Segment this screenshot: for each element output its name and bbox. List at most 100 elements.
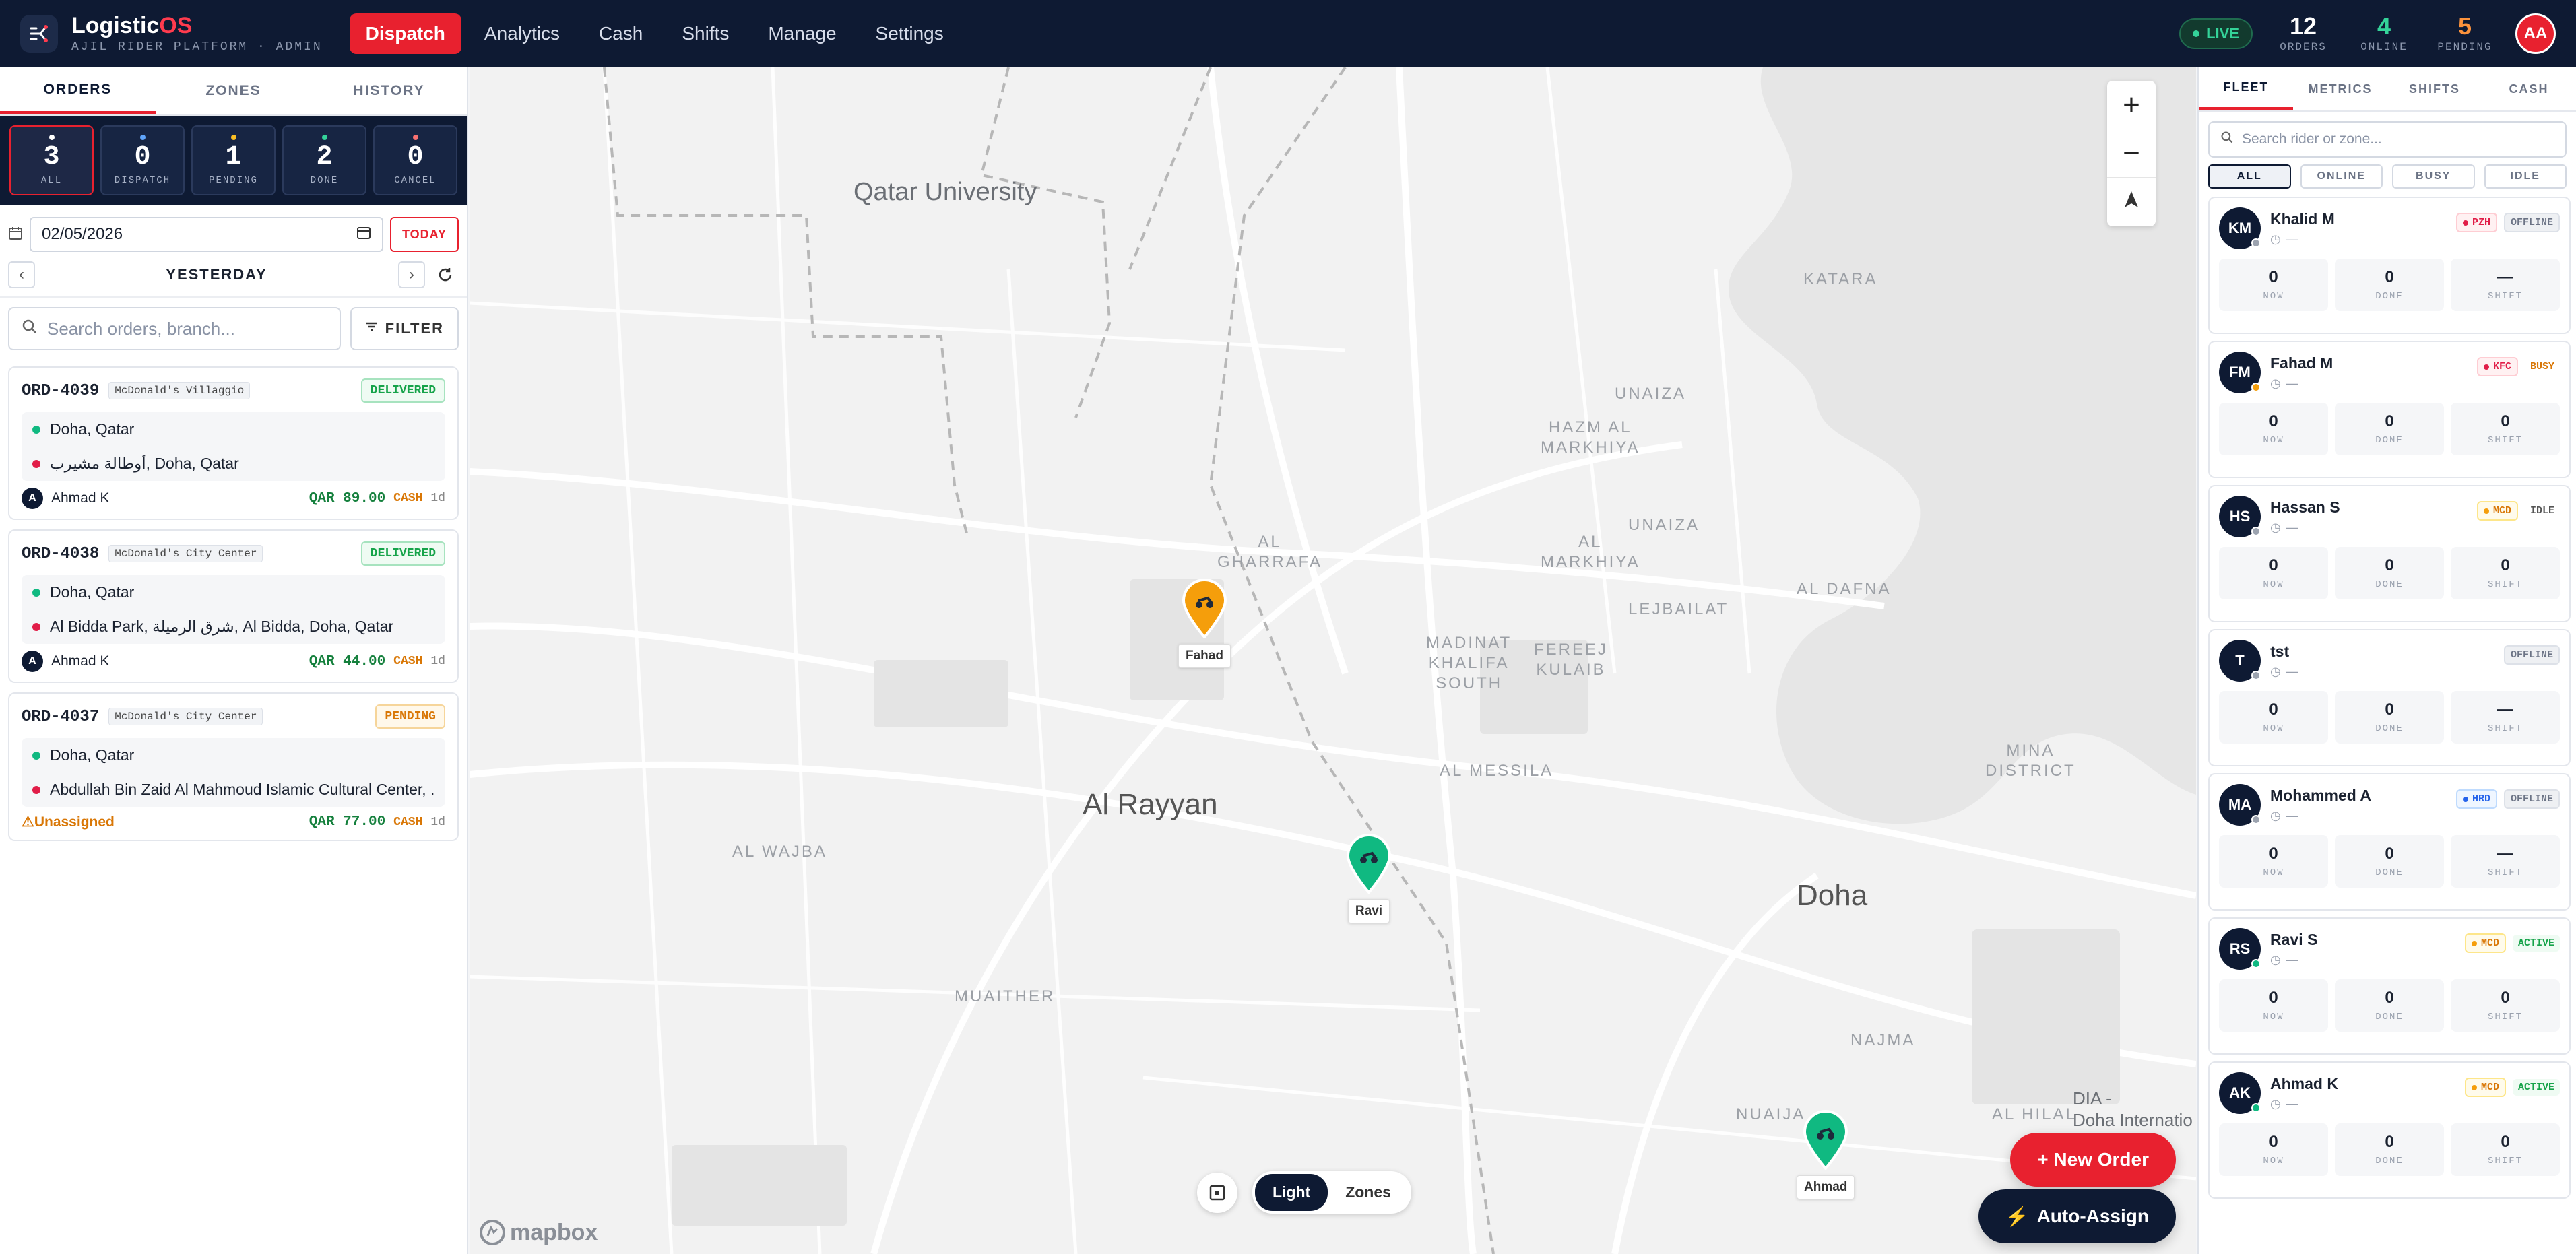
rider-pin-fahad[interactable]: Fahad — [1178, 578, 1231, 668]
order-card[interactable]: ORD-4039 McDonald's Villaggio DELIVERED … — [8, 366, 459, 520]
stat-done: 0 DONE — [2335, 403, 2444, 455]
order-card[interactable]: ORD-4038 McDonald's City Center DELIVERE… — [8, 529, 459, 683]
order-amount: QAR 44.00 — [309, 653, 386, 669]
map-label: AL GHARRAFA — [1217, 533, 1323, 571]
app-name: LogisticOS — [71, 13, 193, 38]
tab-history[interactable]: HISTORY — [311, 67, 467, 114]
stat-done: 0 DONE — [2335, 1123, 2444, 1176]
map-label: AL MARKHIYA — [1541, 533, 1640, 571]
status-badge: BUSY — [2530, 361, 2554, 372]
unassigned-warning: ⚠Unassigned — [22, 814, 115, 830]
scooter-pin-icon — [1182, 579, 1227, 638]
stat-shift: 0 SHIFT — [2451, 1123, 2560, 1176]
map-label: AL MESSILA — [1440, 762, 1554, 780]
rider-pin-ahmad[interactable]: Ahmad — [1797, 1109, 1855, 1199]
user-avatar[interactable]: AA — [2515, 13, 2556, 54]
order-age: 1d — [430, 815, 445, 829]
filter-idle[interactable]: IDLE — [2484, 164, 2567, 189]
calendar-picker-icon[interactable] — [356, 225, 371, 244]
status-badge: DELIVERED — [360, 378, 445, 403]
order-id: ORD-4039 — [22, 381, 100, 400]
order-counters: 3 ALL 0 DISPATCH 1 PENDING 2 DONE 0 CANCEL — [0, 116, 467, 205]
nav-analytics[interactable]: Analytics — [468, 13, 576, 54]
style-zones-button[interactable]: Zones — [1328, 1174, 1409, 1211]
map-label: KATARA — [1803, 270, 1878, 288]
rider-card[interactable]: RS Ravi S ◷ — MCD ACTIVE 0 NOW 0 DONE 0 SHIFT — [2208, 917, 2571, 1055]
mapbox-attribution[interactable]: mapbox — [479, 1219, 598, 1246]
live-badge: LIVE — [2179, 18, 2253, 49]
counter-all[interactable]: 3 ALL — [9, 125, 94, 195]
order-route: Doha, Qatar أوطالة مشيرب, Doha, Qatar — [22, 412, 445, 481]
rider-search-input[interactable]: Search rider or zone... — [2208, 121, 2567, 158]
next-day-button[interactable]: › — [398, 261, 425, 288]
rider-card[interactable]: KM Khalid M ◷ — PZH OFFLINE 0 NOW 0 DONE — SH… — [2208, 197, 2571, 334]
counter-cancel[interactable]: 0 CANCEL — [373, 125, 457, 195]
filter-all[interactable]: ALL — [2208, 164, 2291, 189]
clock-icon: ◷ — [2270, 809, 2281, 822]
compass-icon[interactable] — [2107, 178, 2156, 226]
rider-card[interactable]: AK Ahmad K ◷ — MCD ACTIVE 0 NOW 0 DONE 0 SHIF… — [2208, 1061, 2571, 1199]
nav-shifts[interactable]: Shifts — [666, 13, 745, 54]
rider-card[interactable]: FM Fahad M ◷ — KFC BUSY 0 NOW 0 DONE 0 SHIFT — [2208, 341, 2571, 478]
zoom-out-button[interactable]: − — [2107, 129, 2156, 178]
rider-avatar: A — [22, 488, 43, 509]
tab-zones[interactable]: ZONES — [156, 67, 311, 114]
rider-card[interactable]: T tst ◷ — OFFLINE 0 NOW 0 DONE — SHIFT — [2208, 629, 2571, 766]
filter-online[interactable]: ONLINE — [2300, 164, 2383, 189]
search-icon — [2220, 131, 2234, 148]
rider-meta: ◷ — — [2270, 665, 2298, 678]
rider-pin-ravi[interactable]: Ravi — [1345, 833, 1392, 923]
clock-icon: ◷ — [2270, 665, 2281, 678]
stat-now: 0 NOW — [2219, 835, 2328, 888]
pickup-dot-icon — [32, 425, 40, 434]
today-button[interactable]: TODAY — [389, 217, 459, 252]
tab-shifts[interactable]: SHIFTS — [2387, 67, 2482, 110]
zoom-in-button[interactable]: + — [2107, 81, 2156, 129]
map-canvas[interactable]: Qatar University KATARA UNAIZA HAZM AL M… — [470, 67, 2196, 1254]
brand: LogisticOS AJIL RIDER PLATFORM · ADMIN — [71, 13, 323, 54]
order-id: ORD-4038 — [22, 544, 100, 563]
nav-dispatch[interactable]: Dispatch — [349, 13, 461, 54]
order-card[interactable]: ORD-4037 McDonald's City Center PENDING … — [8, 692, 459, 841]
stat-shift: 0 SHIFT — [2451, 979, 2560, 1032]
tab-cash[interactable]: CASH — [2482, 67, 2576, 110]
stat-shift: 0 SHIFT — [2451, 547, 2560, 599]
map-label: FEREEJ KULAIB — [1534, 640, 1609, 679]
main-nav: Dispatch Analytics Cash Shifts Manage Se… — [349, 13, 960, 54]
rider-name: Ravi S — [2270, 931, 2318, 948]
counter-pending[interactable]: 1 PENDING — [191, 125, 276, 195]
stat-now: 0 NOW — [2219, 547, 2328, 599]
pickup-address: Doha, Qatar — [50, 420, 135, 438]
filter-button[interactable]: FILTER — [350, 307, 459, 350]
order-search-input[interactable]: Search orders, branch... — [8, 307, 341, 350]
clock-icon: ◷ — [2270, 953, 2281, 966]
date-input[interactable]: 02/05/2026 — [30, 217, 383, 252]
nav-manage[interactable]: Manage — [752, 13, 852, 54]
nav-settings[interactable]: Settings — [860, 13, 960, 54]
avatar: FM — [2219, 352, 2261, 393]
dropoff-dot-icon — [32, 622, 40, 631]
tab-orders[interactable]: ORDERS — [0, 67, 156, 114]
prev-day-button[interactable]: ‹ — [8, 261, 35, 288]
style-light-button[interactable]: Light — [1255, 1174, 1328, 1211]
avatar: KM — [2219, 207, 2261, 249]
calendar-icon — [8, 226, 23, 244]
rider-card[interactable]: HS Hassan S ◷ — MCD IDLE 0 NOW 0 DONE 0 SHIFT — [2208, 485, 2571, 622]
map-label: AL HILAL — [1992, 1105, 2077, 1123]
filter-busy[interactable]: BUSY — [2392, 164, 2475, 189]
day-label: YESTERDAY — [166, 266, 267, 283]
auto-assign-button[interactable]: ⚡ Auto-Assign — [1978, 1189, 2176, 1243]
rider-card[interactable]: MA Mohammed A ◷ — HRD OFFLINE 0 NOW 0 DONE —… — [2208, 773, 2571, 911]
refresh-icon[interactable] — [432, 261, 459, 288]
fit-bounds-icon[interactable] — [1197, 1172, 1237, 1213]
logo-icon[interactable] — [20, 15, 58, 53]
counter-done[interactable]: 2 DONE — [282, 125, 366, 195]
rider-name: Hassan S — [2270, 498, 2340, 516]
tab-metrics[interactable]: METRICS — [2293, 67, 2387, 110]
tab-fleet[interactable]: FLEET — [2199, 67, 2293, 110]
counter-dispatch[interactable]: 0 DISPATCH — [100, 125, 185, 195]
nav-cash[interactable]: Cash — [583, 13, 659, 54]
rider-filters: ALL ONLINE BUSY IDLE — [2199, 164, 2576, 197]
new-order-button[interactable]: + New Order — [2010, 1133, 2176, 1187]
map-label: DIA - Doha Internatio — [2073, 1088, 2193, 1130]
